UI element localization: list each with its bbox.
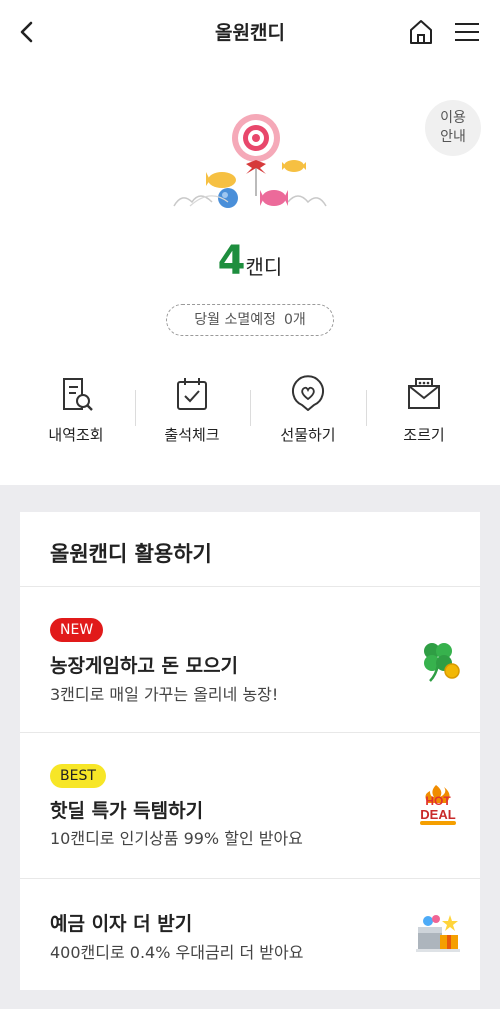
expire-label: 당월 소멸예정 [194,312,276,328]
hot-deal-icon: HOT DEAL [420,785,456,825]
request-button[interactable]: 조르기 [366,370,482,450]
new-badge: NEW [50,618,104,642]
candy-usage-card: 올원캔디 활용하기 NEW 농장게임하고 돈 모으기 3캔디로 매일 가꾸는 올… [20,512,480,990]
best-badge: BEST [50,764,106,788]
action-label-request: 조르기 [403,426,445,444]
menu-button[interactable] [452,17,482,47]
action-row: 내역조회 출석체크 선물하기 조르기 [0,370,500,450]
svg-text:DEAL: DEAL [420,807,455,822]
history-button[interactable]: 내역조회 [18,370,134,450]
gift-button[interactable]: 선물하기 [250,370,366,450]
gift-box-icon [416,915,460,952]
candy-illustration-icon [173,114,327,208]
usage-guide-line1: 이용 [440,110,466,126]
item-subtitle: 3캔디로 매일 가꾸는 올리네 농장! [50,685,279,704]
list-item-deposit-interest[interactable]: 예금 이자 더 받기 400캔디로 0.4% 우대금리 더 받아요 [20,879,480,990]
expire-pill: 당월 소멸예정 0개 [166,304,334,336]
candy-unit: 캔디 [245,255,283,279]
item-subtitle: 400캔디로 0.4% 우대금리 더 받아요 [50,943,304,962]
calendar-check-icon [177,378,207,410]
candy-balance: 4캔디 [0,238,500,284]
item-title: 핫딜 특가 득템하기 [50,800,204,822]
expire-value: 0개 [283,312,306,328]
hamburger-menu-icon [455,23,479,41]
item-title: 예금 이자 더 받기 [50,913,193,935]
home-icon [410,20,432,44]
action-label-gift: 선물하기 [280,426,336,444]
item-title: 농장게임하고 돈 모으기 [50,655,239,677]
candy-count: 4 [217,238,246,284]
action-label-attendance: 출석체크 [164,426,220,444]
list-item-hot-deal[interactable]: BEST 핫딜 특가 득템하기 10캔디로 인기상품 99% 할인 받아요 HO… [20,733,480,878]
clover-coin-icon [424,643,460,682]
top-panel: 올원캔디 이용 안내 4캔디 당월 소멸예정 0개 내역조회 출석체크 선물하기… [0,0,500,485]
attendance-button[interactable]: 출석체크 [134,370,250,450]
usage-guide-button[interactable]: 이용 안내 [425,100,481,156]
home-button[interactable] [406,17,436,47]
usage-guide-line2: 안내 [440,129,466,145]
envelope-icon [408,378,440,409]
history-search-icon [63,378,93,411]
item-subtitle: 10캔디로 인기상품 99% 할인 받아요 [50,829,303,848]
gift-heart-icon [292,375,324,411]
list-item-farm-game[interactable]: NEW 농장게임하고 돈 모으기 3캔디로 매일 가꾸는 올리네 농장! [20,587,480,732]
action-label-history: 내역조회 [48,426,104,444]
section-title: 올원캔디 활용하기 [50,542,212,566]
app-header: 올원캔디 [0,0,500,64]
svg-text:HOT: HOT [425,794,451,808]
